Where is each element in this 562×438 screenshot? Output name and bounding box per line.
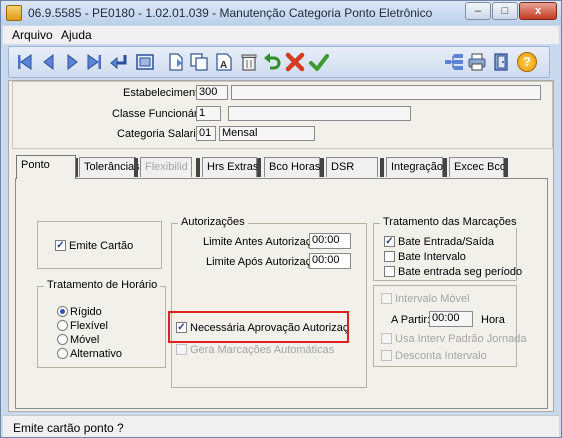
gera-marcacoes-checkbox[interactable]: [176, 344, 187, 355]
limite-apos-field[interactable]: 00:00: [309, 253, 351, 269]
cancel-icon[interactable]: [285, 52, 305, 72]
radio-movel[interactable]: [57, 334, 68, 345]
bate-intervalo-label: Bate Intervalo: [398, 251, 466, 263]
text-icon[interactable]: A: [214, 52, 234, 72]
estabelecimento-desc-field: [231, 85, 541, 100]
a-partir-field[interactable]: 00:00: [429, 311, 473, 327]
classe-field[interactable]: 1: [196, 106, 221, 121]
undo-icon[interactable]: [262, 52, 282, 72]
menu-ajuda[interactable]: Ajuda: [61, 28, 92, 42]
emite-cartao-label: Emite Cartão: [69, 240, 134, 252]
zoom-icon[interactable]: [135, 52, 155, 72]
intervalo-movel-label: Intervalo Móvel: [395, 293, 470, 305]
radio-rigido[interactable]: [57, 306, 68, 317]
new-icon[interactable]: [166, 52, 186, 72]
title-bar: 06.9.5585 - PE0180 - 1.02.01.039 - Manut…: [1, 1, 561, 25]
bate-intervalo-checkbox[interactable]: [384, 251, 395, 262]
tab-excec-bco[interactable]: Excec Bco: [449, 157, 506, 177]
usa-interv-checkbox[interactable]: [381, 333, 392, 344]
tab-edge: [134, 158, 138, 177]
autorizacoes-title: Autorizações: [178, 216, 248, 228]
toolbar: A ?: [8, 46, 550, 78]
radio-rigido-label: Rígido: [70, 306, 102, 318]
application-window: 06.9.5585 - PE0180 - 1.02.01.039 - Manut…: [0, 0, 562, 438]
exit-icon[interactable]: [491, 52, 511, 72]
categoria-label: Categoria Salarial:: [117, 128, 208, 140]
tab-bco-horas[interactable]: Bco Horas: [264, 157, 320, 177]
minimize-button[interactable]: –: [465, 2, 491, 20]
tab-hrs-extras[interactable]: Hrs Extras: [202, 157, 258, 177]
menu-arquivo[interactable]: Arquivo: [12, 28, 53, 42]
copy-icon[interactable]: [189, 52, 209, 72]
desconta-intervalo-label: Desconta Intervalo: [395, 350, 487, 362]
print-icon[interactable]: [467, 52, 487, 72]
radio-movel-label: Móvel: [70, 334, 100, 346]
radio-alternativo-label: Alternativo: [70, 348, 122, 360]
bate-entrada-seg-checkbox[interactable]: [384, 266, 395, 277]
estabelecimento-label: Estabelecimento:: [123, 87, 208, 99]
tratamento-horario-title: Tratamento de Horário: [44, 279, 161, 291]
tab-edge: [504, 158, 508, 177]
tab-edge: [380, 158, 384, 177]
delete-icon[interactable]: [239, 52, 259, 72]
tab-edge: [320, 158, 324, 177]
a-partir-label: A Partir:: [391, 314, 431, 326]
close-button[interactable]: x: [519, 2, 557, 20]
svg-text:A: A: [220, 60, 227, 71]
ok-icon[interactable]: [309, 52, 329, 72]
help-icon[interactable]: ?: [517, 52, 537, 72]
goto-icon[interactable]: [109, 52, 129, 72]
app-icon: [6, 5, 22, 21]
tab-tolerancias[interactable]: Tolerâncias: [79, 157, 140, 177]
window-title: 06.9.5585 - PE0180 - 1.02.01.039 - Manut…: [28, 6, 433, 20]
intervalo-movel-checkbox[interactable]: [381, 293, 392, 304]
desconta-intervalo-checkbox[interactable]: [381, 350, 392, 361]
classe-label: Classe Funcionário:: [112, 108, 210, 120]
tab-edge: [196, 158, 200, 177]
tab-integracao[interactable]: Integração: [386, 157, 443, 177]
last-icon[interactable]: [84, 52, 104, 72]
radio-flexivel[interactable]: [57, 320, 68, 331]
status-text: Emite cartão ponto ?: [13, 421, 124, 435]
tab-edge: [443, 158, 447, 177]
categoria-field[interactable]: 01: [196, 126, 216, 141]
bate-entrada-saida-checkbox[interactable]: ✓: [384, 236, 395, 247]
tab-flexibilid[interactable]: Flexibilid: [140, 157, 192, 177]
tab-dsr[interactable]: DSR: [326, 157, 378, 177]
next-icon[interactable]: [62, 52, 82, 72]
highlight-box: [168, 311, 349, 343]
estabelecimento-field[interactable]: 300: [196, 85, 228, 100]
bate-entrada-saida-label: Bate Entrada/Saída: [398, 236, 495, 248]
first-icon[interactable]: [15, 52, 35, 72]
limite-antes-label: Limite Antes Autorização:: [203, 236, 327, 248]
radio-flexivel-label: Flexível: [70, 320, 108, 332]
classe-desc-field: [228, 106, 411, 121]
prev-icon[interactable]: [39, 52, 59, 72]
limite-antes-field[interactable]: 00:00: [309, 233, 351, 249]
status-bar: Emite cartão ponto ?: [3, 415, 559, 437]
menu-bar: Arquivo Ajuda: [3, 26, 559, 44]
categoria-desc-field: Mensal: [219, 126, 315, 141]
tree-icon[interactable]: [444, 52, 464, 72]
usa-interv-label: Usa Interv Padrão Jornada: [395, 333, 527, 345]
tab-edge: [257, 158, 261, 177]
hora-label: Hora: [481, 314, 505, 326]
maximize-button[interactable]: □: [492, 2, 518, 20]
gera-marcacoes-label: Gera Marcações Automáticas: [190, 344, 335, 356]
bate-entrada-seg-label: Bate entrada seg período: [398, 266, 523, 278]
radio-alternativo[interactable]: [57, 348, 68, 359]
tab-ponto[interactable]: Ponto: [16, 155, 76, 179]
tratamento-marcacoes-title: Tratamento das Marcações: [380, 216, 520, 228]
emite-cartao-checkbox[interactable]: ✓: [55, 240, 66, 251]
